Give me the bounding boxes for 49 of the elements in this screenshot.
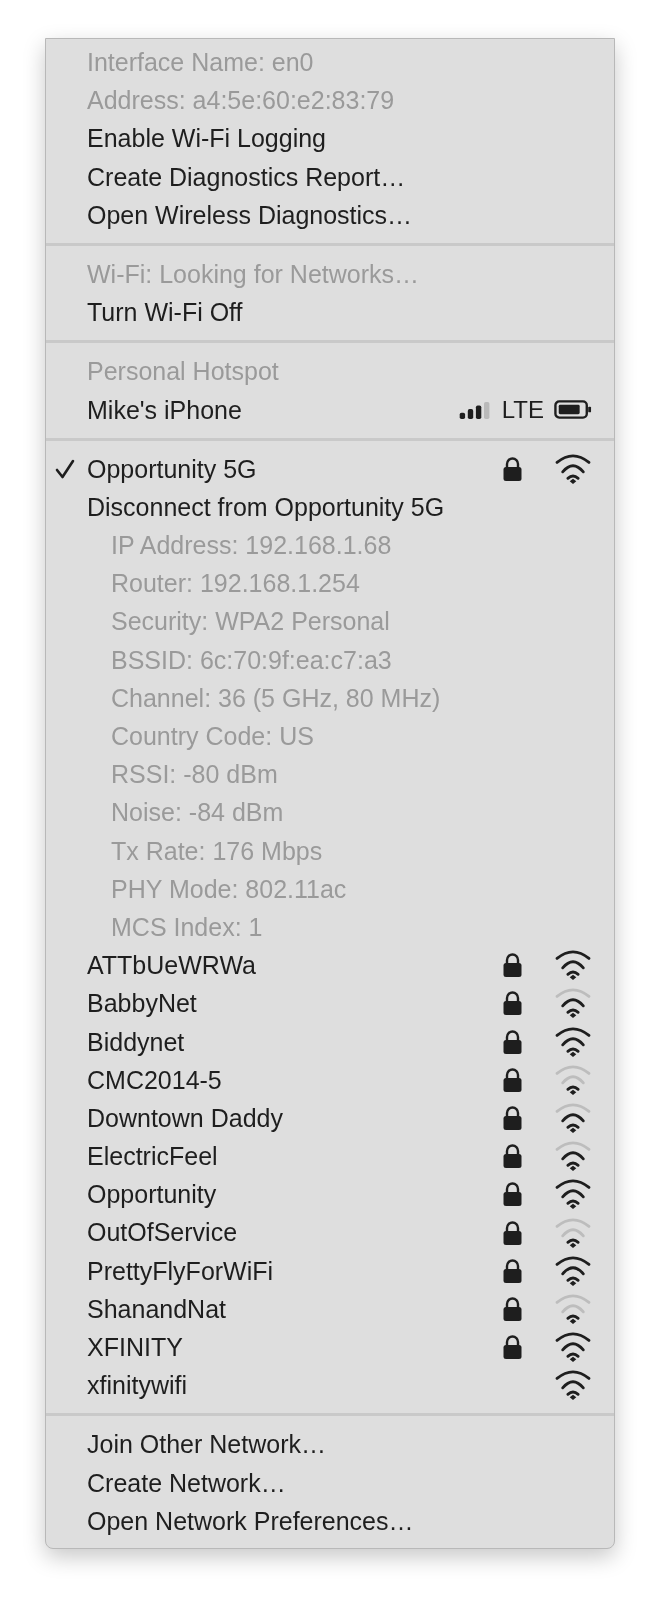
network-item[interactable]: ShanandNat bbox=[46, 1289, 614, 1328]
menu-item[interactable]: Disconnect from Opportunity 5G bbox=[46, 487, 614, 527]
menu-item[interactable]: Create Network… bbox=[46, 1463, 614, 1502]
menu-item[interactable]: Create Diagnostics Report… bbox=[46, 157, 614, 196]
wifi-signal-icon bbox=[554, 453, 592, 484]
network-detail: Tx Rate: 176 Mbps bbox=[110, 835, 324, 867]
wifi-signal-icon bbox=[554, 1293, 592, 1324]
network-item[interactable]: Biddynet bbox=[46, 1022, 614, 1061]
wifi-signal-icon bbox=[554, 950, 592, 981]
network-detail: Channel: 36 (5 GHz, 80 MHz) bbox=[110, 682, 442, 714]
carrier-label: LTE bbox=[501, 394, 544, 425]
menu-item[interactable]: Mike's iPhone bbox=[87, 390, 458, 429]
network-detail: Security: WPA2 Personal bbox=[110, 606, 391, 638]
network-item[interactable]: Downtown Daddy bbox=[46, 1098, 614, 1138]
menu-item[interactable]: Join Other Network… bbox=[46, 1425, 614, 1464]
menu-item[interactable]: Enable Wi-Fi Logging bbox=[46, 119, 614, 158]
wifi-signal-icon bbox=[554, 1141, 592, 1172]
menu-item[interactable]: Open Wireless Diagnostics… bbox=[46, 195, 614, 234]
network-detail: Router: 192.168.1.254 bbox=[110, 568, 361, 600]
network-detail: PHY Mode: 802.11ac bbox=[110, 873, 348, 905]
wifi-signal-icon bbox=[554, 1179, 592, 1210]
network-item[interactable]: XFINITY bbox=[46, 1328, 614, 1367]
wifi-signal-icon bbox=[554, 988, 592, 1019]
wifi-signal-icon bbox=[554, 1217, 592, 1248]
network-detail: IP Address: 192.168.1.68 bbox=[110, 530, 393, 562]
wifi-signal-icon bbox=[554, 1370, 592, 1401]
network-detail: BSSID: 6c:70:9f:ea:c7:a3 bbox=[110, 644, 393, 676]
network-item[interactable]: ATTbUeWRWa bbox=[46, 946, 614, 985]
menu-item[interactable]: Open Network Preferences… bbox=[46, 1501, 614, 1540]
network-detail: Country Code: US bbox=[110, 721, 315, 752]
menu-item[interactable]: Turn Wi-Fi Off bbox=[46, 293, 614, 332]
wifi-signal-icon bbox=[554, 1064, 592, 1095]
network-item[interactable]: CMC2014-5 bbox=[46, 1060, 614, 1099]
network-item[interactable]: Opportunity bbox=[46, 1175, 614, 1214]
battery-icon bbox=[554, 400, 592, 420]
wifi-signal-icon bbox=[554, 1102, 592, 1133]
wifi-signal-icon bbox=[554, 1026, 592, 1057]
network-item[interactable]: PrettyFlyForWiFi bbox=[46, 1251, 614, 1290]
network-item[interactable]: xfinitywifi bbox=[46, 1366, 614, 1405]
cellular-signal-icon bbox=[457, 400, 492, 419]
network-item[interactable]: Opportunity 5G bbox=[46, 449, 614, 488]
network-detail: MCS Index: 1 bbox=[110, 911, 264, 943]
network-detail: Noise: -84 dBm bbox=[110, 797, 285, 829]
wifi-signal-icon bbox=[554, 1332, 592, 1363]
network-item[interactable]: OutOfService bbox=[46, 1213, 614, 1252]
network-item[interactable]: ElectricFeel bbox=[46, 1137, 614, 1176]
network-detail: RSSI: -80 dBm bbox=[110, 759, 279, 791]
wifi-signal-icon bbox=[554, 1255, 592, 1286]
network-item[interactable]: BabbyNet bbox=[46, 984, 614, 1023]
